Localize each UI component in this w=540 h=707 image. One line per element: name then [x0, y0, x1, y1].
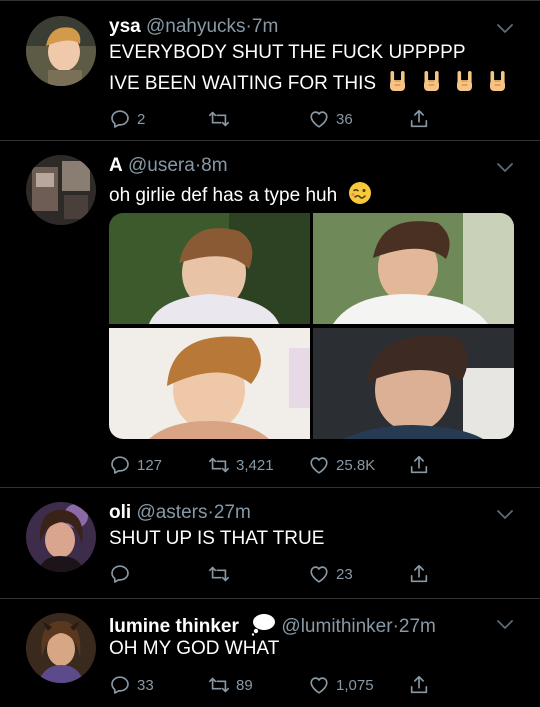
chevron-down-icon[interactable]	[496, 22, 514, 36]
timestamp[interactable]: 8m	[201, 155, 227, 176]
avatar[interactable]	[26, 613, 96, 683]
like-count: 1,075	[336, 676, 374, 694]
share-button[interactable]	[408, 106, 430, 132]
display-name[interactable]: oli	[109, 502, 131, 523]
reply-count: 127	[137, 456, 163, 474]
tweet-text-line: SHUT UP IS THAT TRUE	[109, 528, 325, 549]
reply-button[interactable]: 127	[109, 452, 162, 478]
retweet-button[interactable]	[208, 561, 236, 587]
retweet-button[interactable]	[208, 106, 236, 132]
retweet-button[interactable]: 89	[208, 672, 253, 698]
tweet-text-line: oh girlie def has a type huh	[109, 181, 372, 208]
chevron-down-icon[interactable]	[496, 618, 514, 632]
rock-hand-emoji	[454, 69, 476, 93]
like-button[interactable]: 36	[308, 106, 353, 132]
reply-icon	[109, 674, 131, 696]
display-name[interactable]: lumine thinker	[109, 616, 239, 637]
rock-hand-emoji	[387, 69, 409, 93]
photo-bottom-left[interactable]	[109, 328, 310, 439]
reply-count: 33	[137, 676, 154, 694]
rock-hand-emoji	[421, 69, 443, 93]
tweet-actions: 33 89 1,075	[109, 672, 519, 698]
tweet-actions: 2 36	[109, 106, 519, 132]
tweet-header: oli @asters·27m	[109, 502, 251, 524]
thought-balloon-emoji	[250, 612, 276, 636]
reply-button[interactable]	[109, 561, 137, 587]
retweet-count: 89	[236, 676, 253, 694]
user-handle[interactable]: @asters	[136, 502, 207, 523]
retweet-button[interactable]: 3,421	[208, 452, 274, 478]
tweet-text-line: IVE BEEN WAITING FOR THIS	[109, 69, 509, 96]
reply-count: 2	[137, 110, 146, 128]
media-grid[interactable]	[109, 213, 514, 439]
share-button[interactable]	[408, 452, 430, 478]
chevron-down-icon[interactable]	[496, 161, 514, 175]
chevron-down-icon[interactable]	[496, 508, 514, 522]
woozy-face-emoji	[348, 181, 372, 205]
timestamp[interactable]: 7m	[252, 16, 278, 37]
like-button[interactable]: 1,075	[308, 672, 374, 698]
like-icon	[308, 674, 330, 696]
like-count: 23	[336, 565, 353, 583]
like-icon	[308, 454, 330, 476]
timestamp[interactable]: 27m	[399, 616, 436, 637]
user-handle[interactable]: @lumithinker	[281, 616, 392, 637]
share-icon	[408, 674, 430, 696]
tweet[interactable]: ysa @nahyucks·7m EVERYBODY SHUT THE FUCK…	[0, 0, 540, 140]
avatar[interactable]	[26, 502, 96, 572]
photo-bottom-right[interactable]	[313, 328, 514, 439]
timestamp[interactable]: 27m	[214, 502, 251, 523]
retweet-icon	[208, 108, 230, 130]
reply-icon	[109, 108, 131, 130]
tweet-text-line: OH MY GOD WHAT	[109, 638, 280, 659]
retweet-count: 3,421	[236, 456, 274, 474]
reply-icon	[109, 563, 131, 585]
tweet-header: ysa @nahyucks·7m	[109, 16, 278, 38]
reply-button[interactable]: 2	[109, 106, 145, 132]
like-button[interactable]: 25.8K	[308, 452, 375, 478]
share-button[interactable]	[408, 561, 430, 587]
like-button[interactable]: 23	[308, 561, 353, 587]
share-icon	[408, 454, 430, 476]
like-count: 36	[336, 110, 353, 128]
tweet[interactable]: oli @asters·27m SHUT UP IS THAT TRUE 23	[0, 488, 540, 598]
tweet[interactable]: lumine thinker @lumithinker·27m OH MY GO…	[0, 599, 540, 707]
share-icon	[408, 563, 430, 585]
avatar[interactable]	[26, 155, 96, 225]
share-icon	[408, 108, 430, 130]
user-handle[interactable]: @nahyucks	[146, 16, 246, 37]
rock-hand-emoji	[487, 69, 509, 93]
reply-icon	[109, 454, 131, 476]
tweet-header: A @usera·8m	[109, 155, 228, 177]
display-name[interactable]: ysa	[109, 16, 141, 37]
tweet-text-line: EVERYBODY SHUT THE FUCK UPPPPP	[109, 42, 466, 63]
retweet-icon	[208, 454, 230, 476]
like-count: 25.8K	[336, 456, 376, 474]
display-name[interactable]: A	[109, 155, 123, 176]
retweet-icon	[208, 674, 230, 696]
user-handle[interactable]: @usera	[128, 155, 195, 176]
avatar[interactable]	[26, 16, 96, 86]
tweet-actions: 23	[109, 561, 519, 587]
like-icon	[308, 108, 330, 130]
tweet-actions: 127 3,421 25.8K	[109, 452, 519, 478]
photo-top-right[interactable]	[313, 213, 514, 324]
tweet-header: lumine thinker @lumithinker·27m	[109, 612, 436, 638]
share-button[interactable]	[408, 672, 430, 698]
like-icon	[308, 563, 330, 585]
reply-button[interactable]: 33	[109, 672, 154, 698]
retweet-icon	[208, 563, 230, 585]
photo-top-left[interactable]	[109, 213, 310, 324]
tweet[interactable]: A @usera·8m oh girlie def has a type huh	[0, 141, 540, 485]
